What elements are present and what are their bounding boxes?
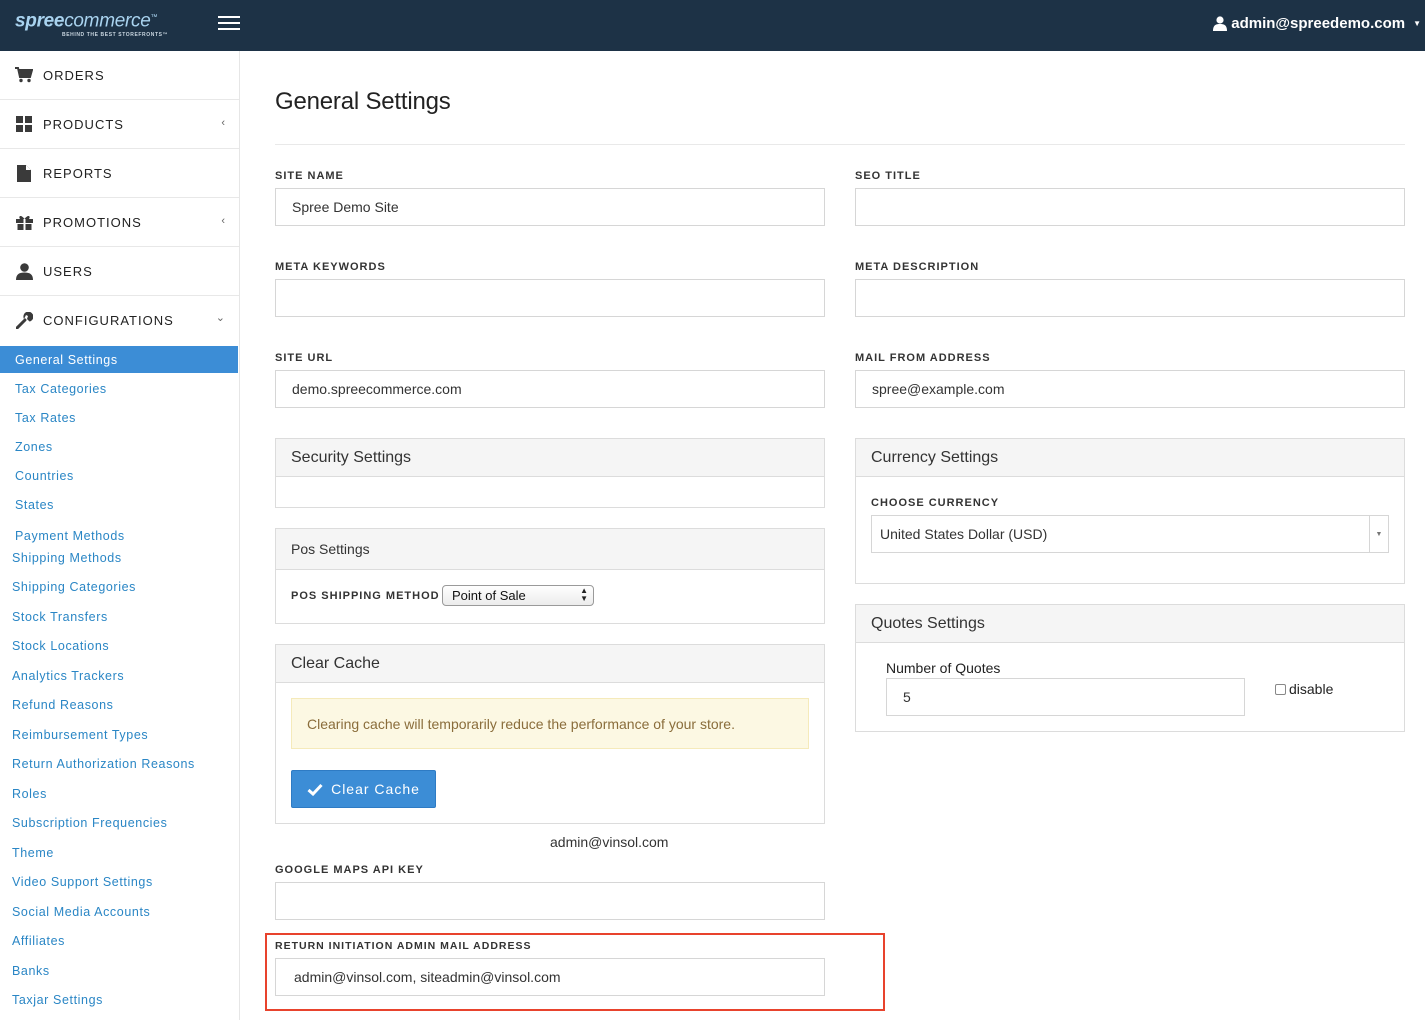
- chevron-down-icon: ▼: [1375, 530, 1383, 538]
- sidebar-subitem-general-settings[interactable]: General Settings: [0, 346, 238, 373]
- sidebar-subitem-shipping-methods[interactable]: Shipping Methods: [0, 543, 239, 573]
- file-icon: [15, 164, 33, 182]
- sidebar-item-label: PRODUCTS: [43, 116, 124, 132]
- pos-settings-panel: Pos Settings: [275, 528, 825, 624]
- sidebar-subitem-taxjar-settings[interactable]: Taxjar Settings: [0, 986, 239, 1016]
- security-settings-panel: Security Settings: [275, 438, 825, 508]
- chevron-left-icon: ‹: [221, 117, 226, 129]
- logo-tagline: BEHIND THE BEST STOREFRONTS™: [62, 32, 169, 39]
- caret-down-icon: ▼: [1413, 19, 1421, 28]
- currency-select[interactable]: United States Dollar (USD) ▼: [871, 515, 1389, 553]
- gift-icon: [15, 213, 33, 231]
- user-icon: [15, 262, 33, 280]
- currency-settings-panel: Currency Settings: [855, 438, 1405, 584]
- spree-logo[interactable]: spreecommerce™ BEHIND THE BEST STOREFRON…: [15, 8, 169, 39]
- sidebar-subitem-subscription-frequencies[interactable]: Subscription Frequencies: [0, 809, 239, 839]
- sidebar-subitem-states[interactable]: States: [0, 490, 239, 519]
- google-maps-label: GOOGLE MAPS API KEY: [275, 864, 424, 876]
- sidebar-subitem-affiliates[interactable]: Affiliates: [0, 927, 239, 957]
- grid-icon: [15, 115, 33, 133]
- select-arrows-icon: ▲ ▼: [580, 586, 588, 603]
- sidebar-subitem-stock-locations[interactable]: Stock Locations: [0, 632, 239, 662]
- sidebar-subitem-theme[interactable]: Theme: [0, 838, 239, 868]
- highlight-box: [265, 933, 885, 1011]
- sidebar-subitem-zones[interactable]: Zones: [0, 432, 239, 461]
- cache-warning-alert: Clearing cache will temporarily reduce t…: [291, 698, 809, 749]
- sidebar-subitem-tax-rates[interactable]: Tax Rates: [0, 403, 239, 432]
- sidebar-item-label: CONFIGURATIONS: [43, 313, 174, 328]
- mail-from-label: MAIL FROM ADDRESS: [855, 352, 991, 364]
- sidebar-subitem-banks[interactable]: Banks: [0, 956, 239, 986]
- disable-quotes-option[interactable]: disable: [1275, 681, 1333, 697]
- config-submenu: General Settings Tax Categories Tax Rates Z…: [0, 346, 239, 1015]
- sidebar-subitem-reimbursement-types[interactable]: Reimbursement Types: [0, 720, 239, 750]
- button-label: Clear Cache: [331, 781, 420, 797]
- sidebar-subitem-analytics-trackers[interactable]: Analytics Trackers: [0, 661, 239, 691]
- pos-shipping-method-label: POS SHIPPING METHOD: [291, 590, 440, 602]
- number-of-quotes-label: Number of Quotes: [886, 660, 1001, 676]
- meta-description-input[interactable]: [855, 279, 1405, 317]
- disable-label: disable: [1289, 681, 1334, 697]
- mail-from-input[interactable]: spree@example.com: [855, 370, 1405, 408]
- logo-wordmark: spreecommerce™: [15, 10, 158, 32]
- panel-title: Clear Cache: [276, 645, 824, 683]
- check-icon: [307, 783, 323, 796]
- chevron-left-icon: ‹: [221, 215, 226, 227]
- sidebar-item-configurations[interactable]: CONFIGURATIONS ⌄: [0, 296, 239, 345]
- user-email: admin@spreedemo.com: [1231, 15, 1406, 32]
- sidebar-subitem-payment-methods[interactable]: Payment Methods: [0, 519, 239, 543]
- pos-shipping-method-select[interactable]: Point of Sale ▲ ▼: [442, 585, 594, 606]
- panel-title: Security Settings: [276, 439, 824, 477]
- sidebar-item-label: REPORTS: [43, 165, 113, 181]
- sidebar-subitem-video-support-settings[interactable]: Video Support Settings: [0, 868, 239, 898]
- admin-email-text: admin@vinsol.com: [550, 834, 669, 850]
- panel-title: Currency Settings: [856, 439, 1404, 477]
- panel-title: Quotes Settings: [856, 605, 1404, 643]
- site-url-input[interactable]: demo.spreecommerce.com: [275, 370, 825, 408]
- divider: [275, 144, 1405, 145]
- sidebar-item-label: PROMOTIONS: [43, 214, 142, 230]
- seo-title-label: SEO TITLE: [855, 170, 921, 182]
- site-url-label: SITE URL: [275, 352, 334, 364]
- sidebar-subitem-countries[interactable]: Countries: [0, 461, 239, 490]
- hamburger-menu-icon[interactable]: [218, 16, 240, 34]
- sidebar-item-products[interactable]: PRODUCTS ‹: [0, 100, 239, 149]
- clear-cache-button[interactable]: Clear Cache: [291, 770, 436, 808]
- user-icon: [1213, 16, 1228, 31]
- select-arrow: ▼: [1369, 516, 1388, 552]
- top-navbar: spreecommerce™ BEHIND THE BEST STOREFRON…: [0, 0, 1425, 51]
- select-value: United States Dollar (USD): [880, 526, 1048, 542]
- sidebar-item-promotions[interactable]: PROMOTIONS ‹: [0, 198, 239, 247]
- meta-keywords-label: META KEYWORDS: [275, 261, 386, 273]
- sidebar: ORDERS PRODUCTS ‹ REPORTS PROMOTIONS ‹ U…: [0, 51, 240, 1020]
- sidebar-item-users[interactable]: USERS: [0, 247, 239, 296]
- seo-title-input[interactable]: [855, 188, 1405, 226]
- number-of-quotes-input[interactable]: 5: [886, 678, 1245, 716]
- panel-title: Pos Settings: [276, 529, 824, 570]
- sidebar-subitem-social-media-accounts[interactable]: Social Media Accounts: [0, 897, 239, 927]
- sidebar-subitem-refund-reasons[interactable]: Refund Reasons: [0, 691, 239, 721]
- page-title: General Settings: [275, 88, 451, 115]
- sidebar-item-label: ORDERS: [43, 67, 105, 83]
- user-account-menu[interactable]: admin@spreedemo.com ▼: [1213, 15, 1421, 32]
- sidebar-item-label: USERS: [43, 263, 93, 279]
- sidebar-item-orders[interactable]: ORDERS: [0, 51, 239, 100]
- chevron-down-icon: ⌄: [215, 312, 226, 324]
- meta-description-label: META DESCRIPTION: [855, 261, 980, 273]
- sidebar-subitem-roles[interactable]: Roles: [0, 779, 239, 809]
- disable-checkbox[interactable]: [1275, 683, 1286, 695]
- sidebar-subitem-shipping-categories[interactable]: Shipping Categories: [0, 573, 239, 603]
- sidebar-subitem-return-authorization-reasons[interactable]: Return Authorization Reasons: [0, 750, 239, 780]
- site-name-label: SITE NAME: [275, 170, 344, 182]
- meta-keywords-input[interactable]: [275, 279, 825, 317]
- sidebar-item-reports[interactable]: REPORTS: [0, 149, 239, 198]
- google-maps-api-key-input[interactable]: [275, 882, 825, 920]
- select-value: Point of Sale: [452, 588, 526, 603]
- choose-currency-label: CHOOSE CURRENCY: [871, 497, 1000, 509]
- cart-icon: [15, 66, 33, 84]
- site-name-input[interactable]: Spree Demo Site: [275, 188, 825, 226]
- wrench-icon: [15, 312, 33, 330]
- sidebar-subitem-stock-transfers[interactable]: Stock Transfers: [0, 602, 239, 632]
- sidebar-subitem-tax-categories[interactable]: Tax Categories: [0, 374, 239, 403]
